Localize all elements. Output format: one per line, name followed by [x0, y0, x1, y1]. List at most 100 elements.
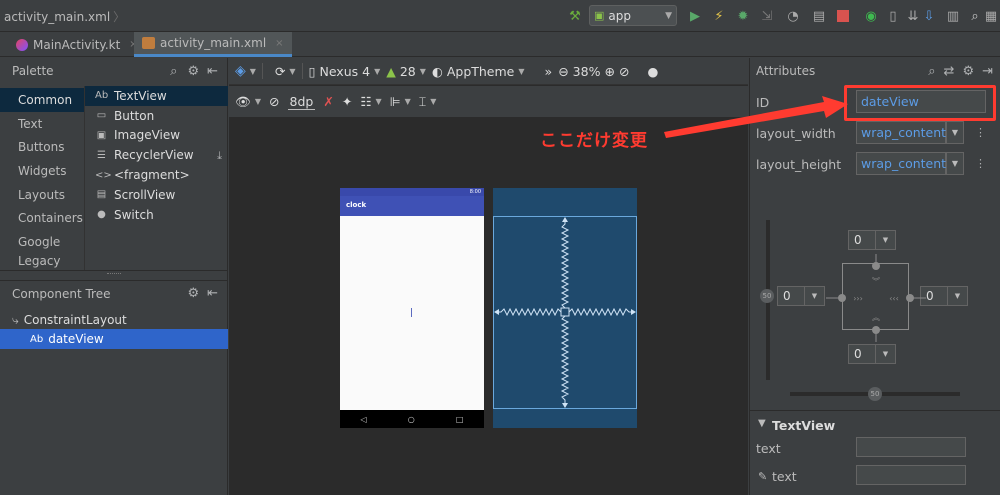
- status-bar: 8:00: [340, 188, 484, 196]
- breadcrumb[interactable]: activity_main.xml 〉: [4, 8, 125, 25]
- layout-height-dropdown[interactable]: ▼: [946, 152, 964, 175]
- theme-dropdown[interactable]: ◐ AppTheme ▼: [432, 64, 525, 79]
- textview-icon: Ab: [30, 333, 44, 345]
- breadcrumb-file[interactable]: activity_main.xml: [4, 10, 110, 24]
- run-config-dropdown[interactable]: ▣ app ▼: [589, 5, 677, 26]
- view-options-dropdown[interactable]: 👁 ▼: [235, 94, 261, 110]
- run-config-label: app: [608, 8, 631, 23]
- clear-constraints-icon[interactable]: ✗: [323, 94, 333, 109]
- hide-panel-icon[interactable]: ⇥: [982, 65, 993, 78]
- zoom-fit-icon[interactable]: ⊘: [619, 64, 629, 79]
- palette-item-switch[interactable]: ● Switch: [85, 205, 228, 225]
- more-icon[interactable]: ⋮: [975, 158, 986, 169]
- category-google[interactable]: Google: [0, 230, 84, 254]
- sync-gradle-icon[interactable]: ◉: [862, 7, 880, 25]
- category-legacy[interactable]: Legacy: [0, 254, 84, 268]
- horizontal-bias-knob[interactable]: 50: [868, 387, 882, 401]
- tab-mainactivity[interactable]: MainActivity.kt ×: [8, 32, 146, 57]
- palette-item-textview[interactable]: Ab TextView: [85, 86, 228, 106]
- default-margin-button[interactable]: 8dp: [287, 94, 316, 110]
- layout-width-dropdown[interactable]: ▼: [946, 121, 964, 144]
- palette-item-imageview[interactable]: ▣ ImageView: [85, 126, 228, 146]
- vertical-bias-knob[interactable]: 50: [760, 289, 774, 303]
- pack-dropdown[interactable]: ☷ ▼: [360, 94, 381, 109]
- top-toolbar: activity_main.xml 〉 ⚒ ▣ app ▼ ▶ ⚡ ✹ ⇲ ◔ ▤…: [0, 0, 1000, 32]
- tab-label: activity_main.xml: [160, 36, 267, 50]
- chevron-down-icon: ▼: [665, 10, 672, 21]
- guidelines-dropdown[interactable]: ⌶ ▼: [419, 94, 437, 110]
- palette-item-recyclerview[interactable]: ☰ RecyclerView ⤓: [85, 145, 228, 165]
- left-panel: Palette ⌕ ⚙ ⇤ Common Text Buttons Widget…: [0, 58, 228, 495]
- api-dropdown[interactable]: ▲ 28 ▼: [386, 64, 426, 79]
- category-widgets[interactable]: Widgets: [0, 159, 84, 183]
- palette-item-button[interactable]: ▭ Button: [85, 106, 228, 126]
- search-icon[interactable]: ⌕: [170, 65, 177, 78]
- design-preview[interactable]: 8:00 clock ◁ ○ □: [340, 188, 484, 428]
- palette-item-scrollview[interactable]: ▤ ScrollView: [85, 185, 228, 205]
- margin-right-dropdown[interactable]: 0 ▼: [920, 286, 968, 306]
- zoom-controls: ⊖ 38% ⊕ ⊘: [558, 64, 629, 79]
- stop-icon[interactable]: [834, 7, 852, 25]
- more-icon[interactable]: ⋮: [975, 127, 986, 138]
- theme-icon: ◐: [431, 63, 443, 79]
- dateview-preview[interactable]: [411, 308, 412, 317]
- palette-header: Palette ⌕ ⚙ ⇤: [0, 58, 228, 84]
- zoom-out-icon[interactable]: ⊖: [558, 64, 568, 79]
- margin-top-dropdown[interactable]: 0 ▼: [848, 230, 896, 250]
- text-field[interactable]: [856, 437, 966, 457]
- panel-splitter[interactable]: [0, 270, 228, 276]
- device-file-explorer-icon[interactable]: ⇩: [920, 7, 938, 25]
- tree-item-constraintlayout[interactable]: ⤷ ConstraintLayout: [0, 310, 228, 330]
- orientation-dropdown[interactable]: ⟳ ▼: [275, 64, 296, 79]
- collapse-triangle-icon[interactable]: ▼: [758, 418, 766, 429]
- run-icon[interactable]: ▶: [686, 7, 704, 25]
- download-icon[interactable]: ⤓: [217, 150, 222, 161]
- category-containers[interactable]: Containers: [0, 206, 84, 230]
- margin-left-value: 0: [777, 286, 805, 306]
- warnings-icon[interactable]: ●: [647, 64, 658, 79]
- debug-icon[interactable]: ✹: [734, 7, 752, 25]
- build-hammer-icon[interactable]: ⚒: [566, 7, 584, 25]
- category-buttons[interactable]: Buttons: [0, 135, 84, 159]
- overflow-icon[interactable]: »: [545, 64, 553, 79]
- attributes-title: Attributes: [756, 64, 816, 78]
- infer-constraints-icon[interactable]: ✦: [342, 94, 352, 109]
- device-dropdown[interactable]: ▯ Nexus 4 ▼: [309, 64, 381, 79]
- hide-panel-icon[interactable]: ⇤: [207, 65, 218, 78]
- palette-item-fragment[interactable]: <> <fragment>: [85, 165, 228, 185]
- blueprint-preview[interactable]: [493, 188, 637, 428]
- margin-left-dropdown[interactable]: 0 ▼: [777, 286, 825, 306]
- design-surface-dropdown[interactable]: ◈ ▼: [235, 63, 256, 79]
- profile-icon[interactable]: ◔: [784, 7, 802, 25]
- autoconnect-icon[interactable]: ⊘: [269, 94, 279, 109]
- event-log-icon[interactable]: ▦: [982, 7, 1000, 25]
- align-dropdown[interactable]: ⊫ ▼: [390, 94, 411, 109]
- avd-manager-icon[interactable]: ▯: [884, 7, 902, 25]
- coverage-icon[interactable]: ▤: [810, 7, 828, 25]
- margin-top-value: 0: [848, 230, 876, 250]
- gear-icon[interactable]: ⚙: [187, 287, 199, 300]
- toolbar-divider: [301, 63, 303, 79]
- layout-inspector-icon[interactable]: ▥: [944, 7, 962, 25]
- tab-activity-main[interactable]: activity_main.xml ×: [134, 32, 292, 57]
- attach-debugger-icon[interactable]: ⇲: [758, 7, 776, 25]
- tree-item-dateview[interactable]: Ab dateView: [0, 329, 228, 349]
- swap-view-icon[interactable]: ⇄: [944, 65, 955, 78]
- category-layouts[interactable]: Layouts: [0, 183, 84, 207]
- annotation-note: ここだけ変更: [540, 131, 648, 151]
- gear-icon[interactable]: ⚙: [962, 65, 974, 78]
- category-text[interactable]: Text: [0, 112, 84, 136]
- apply-changes-icon[interactable]: ⚡: [710, 7, 728, 25]
- category-common[interactable]: Common: [0, 88, 84, 112]
- gear-icon[interactable]: ⚙: [187, 65, 199, 78]
- zoom-in-icon[interactable]: ⊕: [604, 64, 614, 79]
- tools-text-field[interactable]: [856, 465, 966, 485]
- layout-width-field[interactable]: wrap_content: [856, 121, 946, 144]
- hide-panel-icon[interactable]: ⇤: [207, 287, 218, 300]
- status-time: 8:00: [469, 189, 481, 195]
- close-icon[interactable]: ×: [275, 38, 283, 49]
- search-icon[interactable]: ⌕: [928, 65, 935, 78]
- textview-icon: Ab: [95, 90, 109, 102]
- layout-height-field[interactable]: wrap_content: [856, 152, 946, 175]
- svg-text:›››: ›››: [853, 294, 863, 303]
